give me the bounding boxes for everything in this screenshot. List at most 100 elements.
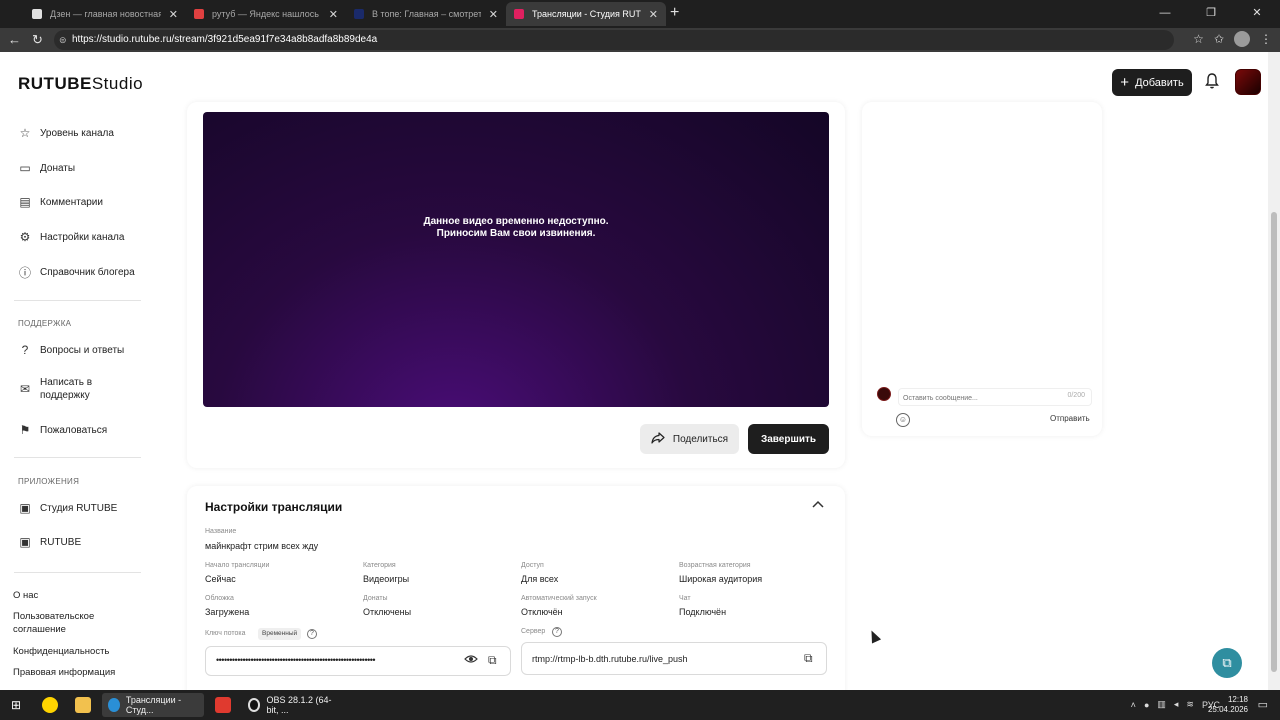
temporary-badge: Временный <box>258 628 302 640</box>
sidebar-item-channel-settings[interactable]: ⚙ Настройки канала <box>18 230 125 244</box>
close-window-icon[interactable]: ✕ <box>1234 0 1280 28</box>
logo-studio: Studio <box>91 74 144 93</box>
help-icon[interactable]: ? <box>307 629 317 639</box>
eye-icon[interactable] <box>464 654 478 667</box>
sidebar-item-label: Вопросы и ответы <box>40 344 125 356</box>
chevron-up-icon[interactable] <box>812 499 824 511</box>
taskbar-app-obs[interactable]: OBS 28.1.2 (64-bit, ... <box>242 693 346 717</box>
scrollbar-thumb[interactable] <box>1271 212 1277 672</box>
minimize-icon[interactable]: — <box>1142 0 1188 28</box>
sidebar-item-contact-support[interactable]: ✉ Написать в поддержку <box>18 376 118 402</box>
video-player[interactable]: Данное видео временно недоступно. Принос… <box>203 112 829 407</box>
rutube-studio-logo[interactable]: RUTUBEStudio <box>18 74 143 94</box>
footer-link-privacy[interactable]: Конфиденциальность <box>13 645 109 658</box>
logo-main: RUTUBE <box>18 74 92 93</box>
yandex-browser-icon[interactable] <box>42 697 58 713</box>
profile-avatar[interactable] <box>1234 31 1250 47</box>
page-scrollbar[interactable] <box>1268 52 1280 690</box>
footer-link-legal[interactable]: Правовая информация <box>13 666 115 679</box>
field-value-cover: Загружена <box>205 607 250 617</box>
favorites-icon[interactable]: ✩ <box>1214 32 1224 46</box>
address-bar: ← ↻ ⊜ https://studio.rutube.ru/stream/3f… <box>0 28 1280 52</box>
menu-dots-icon[interactable]: ⋮ <box>1260 32 1272 46</box>
question-icon: ? <box>21 343 29 357</box>
browser-tab[interactable]: В топе: Главная – смотреть онла... ✕ <box>346 2 506 26</box>
chat-message-field[interactable]: 0/200 <box>898 388 1092 406</box>
player-message: Данное видео временно недоступно. Принос… <box>203 216 829 240</box>
sidebar-item-channel-level[interactable]: ☆ Уровень канала <box>18 126 114 140</box>
close-icon[interactable]: ✕ <box>489 8 498 21</box>
close-icon[interactable]: ✕ <box>329 8 338 21</box>
field-label-age: Возрастная категория <box>679 562 751 569</box>
sidebar-item-rutube[interactable]: ▣ RUTUBE <box>18 535 81 549</box>
windows-taskbar: ⊞ Трансляции - Студ... OBS 28.1.2 (64-bi… <box>0 690 1280 720</box>
field-label-category: Категория <box>363 562 396 569</box>
user-avatar[interactable] <box>1235 69 1261 95</box>
stream-key-field[interactable]: ••••••••••••••••••••••••••••••••••••••••… <box>205 646 511 676</box>
studio-page: RUTUBEStudio + Добавить ☆ Уровень канала… <box>0 52 1268 690</box>
emoji-icon[interactable]: ☺ <box>896 413 910 427</box>
bell-icon[interactable] <box>1204 72 1222 92</box>
new-tab-icon[interactable]: + <box>670 4 679 22</box>
rutube-favicon-icon <box>354 9 364 19</box>
comment-icon: ▤ <box>19 195 31 209</box>
yandex-icon[interactable] <box>215 697 231 713</box>
chat-user-avatar <box>877 387 891 401</box>
sidebar-item-label: Справочник блогера <box>40 266 135 278</box>
copy-icon[interactable]: ⧉ <box>804 651 813 666</box>
sidebar-heading-apps: ПРИЛОЖЕНИЯ <box>18 477 80 486</box>
site-info-icon[interactable]: ⊜ <box>59 30 67 50</box>
taskbar-app-label: OBS 28.1.2 (64-bit, ... <box>266 695 332 715</box>
footer-link-terms[interactable]: Пользовательское соглашение <box>13 610 113 636</box>
taskbar-clock[interactable]: 12:18 25.04.2026 <box>1208 695 1248 715</box>
add-button[interactable]: + Добавить <box>1112 69 1192 96</box>
close-icon[interactable]: ✕ <box>649 8 658 21</box>
volume-icon[interactable]: ◂ <box>1174 699 1179 710</box>
file-explorer-icon[interactable] <box>75 697 91 713</box>
field-value-age: Широкая аудитория <box>679 574 763 584</box>
zen-favicon-icon <box>32 9 42 19</box>
sidebar-item-faq[interactable]: ? Вопросы и ответы <box>18 343 125 357</box>
footer-link-about[interactable]: О нас <box>13 589 38 602</box>
bookmark-star-icon[interactable]: ☆ <box>1193 32 1204 46</box>
obs-icon <box>248 698 261 712</box>
copy-icon[interactable]: ⧉ <box>488 653 497 668</box>
chevron-up-icon[interactable]: ˄ <box>1131 700 1136 710</box>
microphone-icon[interactable]: ● <box>1144 700 1149 710</box>
field-label-cover: Обложка <box>205 595 234 602</box>
sidebar-item-report[interactable]: ⚑ Пожаловаться <box>18 423 108 437</box>
star-icon: ☆ <box>19 126 31 140</box>
end-stream-button[interactable]: Завершить <box>748 424 829 454</box>
browser-tab[interactable]: рутуб — Яндекс нашлось 5 тыс... ✕ <box>186 2 346 26</box>
plus-icon: + <box>1120 73 1130 91</box>
sidebar-item-label: Уровень канала <box>40 127 114 139</box>
maximize-icon[interactable]: ❐ <box>1188 0 1234 28</box>
url-field[interactable]: ⊜ https://studio.rutube.ru/stream/3f921d… <box>54 30 1174 50</box>
sidebar-item-studio-rutube[interactable]: ▣ Студия RUTUBE <box>18 501 117 515</box>
sidebar-item-blogger-guide[interactable]: ⓘ Справочник блогера <box>18 265 135 280</box>
sidebar-item-donations[interactable]: ▭ Донаты <box>18 161 75 175</box>
stream-key-value: ••••••••••••••••••••••••••••••••••••••••… <box>216 655 376 665</box>
chat-input[interactable] <box>903 391 1053 405</box>
sidebar-item-comments[interactable]: ▤ Комментарии <box>18 195 103 209</box>
share-button[interactable]: Поделиться <box>640 424 739 454</box>
windows-start-icon[interactable]: ⊞ <box>8 697 24 713</box>
taskbar-app-browser[interactable]: Трансляции - Студ... <box>102 693 204 717</box>
reload-icon[interactable]: ↻ <box>32 32 43 48</box>
sidebar-divider <box>14 300 141 301</box>
back-icon[interactable]: ← <box>8 32 21 47</box>
tab-label: В топе: Главная – смотреть онла... <box>372 9 481 19</box>
server-url-field[interactable]: rtmp://rtmp-lb-b.dth.rutube.ru/live_push… <box>521 642 827 675</box>
notifications-icon[interactable]: ▭ <box>1258 698 1268 711</box>
field-value-access: Для всех <box>521 574 559 584</box>
mail-icon: ✉ <box>19 382 31 396</box>
browser-tab[interactable]: Дзен — главная новостная инф... ✕ <box>24 2 186 26</box>
browser-tab-active[interactable]: Трансляции - Студия RUTUBE ✕ <box>506 2 666 26</box>
wifi-icon[interactable]: ≋ <box>1186 699 1194 710</box>
help-icon[interactable]: ? <box>552 627 562 637</box>
send-button[interactable]: Отправить <box>1050 414 1090 423</box>
taskbar-app-label: Трансляции - Студ... <box>125 695 182 715</box>
support-chat-button[interactable]: ⧉ <box>1212 648 1242 678</box>
network-icon[interactable]: ▥ <box>1157 699 1166 710</box>
close-icon[interactable]: ✕ <box>169 8 178 21</box>
